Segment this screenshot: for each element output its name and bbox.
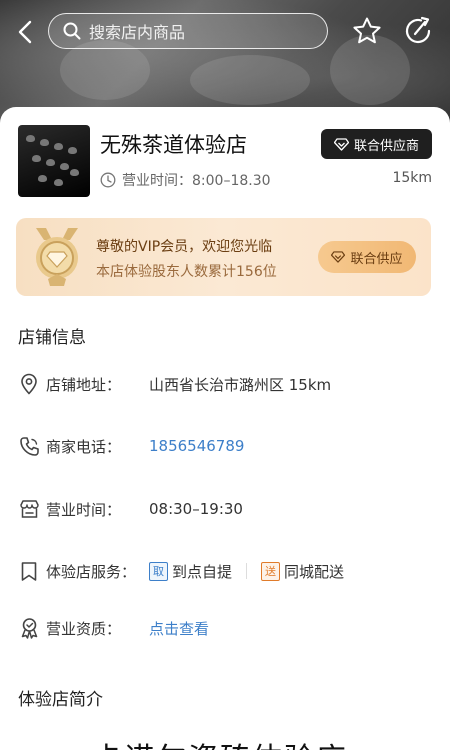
qualification-row: 营业资质： 点击查看 [18, 615, 438, 641]
store-detail-card: 无殊茶道体验店 联合供应商 营业时间：8:00–18.30 15km 尊敬的VI… [0, 107, 450, 750]
supplier-badge-label: 联合供应商 [353, 138, 419, 154]
search-input[interactable]: 搜索店内商品 [48, 13, 328, 49]
diamond-icon [331, 251, 346, 263]
store-thumbnail [18, 125, 90, 197]
store-hours-text: 营业时间：8:00–18.30 [122, 173, 271, 189]
share-button[interactable] [400, 13, 436, 49]
chevron-left-icon [18, 20, 32, 44]
storefront-icon [18, 498, 40, 520]
pickup-tag: 取 [149, 561, 168, 581]
phone-label: 商家电话： [46, 437, 122, 456]
intro-heading: 体验店简介 [18, 690, 103, 710]
business-hours-row: 营业时间： 08:30–19:30 [18, 496, 438, 522]
certificate-icon [18, 617, 40, 639]
business-hours-value: 08:30–19:30 [149, 500, 243, 518]
supplier-badge: 联合供应商 [321, 129, 432, 159]
qualification-label: 营业资质： [46, 619, 122, 638]
vip-banner: 尊敬的VIP会员，欢迎您光临 本店体验股东人数累计156位 联合供应 [16, 218, 431, 296]
share-icon [405, 16, 431, 44]
address-value: 山西省长治市潞州区 15km [149, 375, 332, 394]
services-value: 取 到点自提 送 同城配送 [149, 561, 344, 582]
address-label: 店铺地址： [46, 375, 122, 394]
back-button[interactable] [10, 14, 40, 50]
favorite-button[interactable] [349, 13, 385, 49]
joint-supply-button[interactable]: 联合供应 [318, 241, 416, 273]
pickup-service: 到点自提 [172, 562, 233, 581]
location-pin-icon [18, 373, 40, 395]
vip-medal-icon [36, 228, 78, 286]
business-hours-label: 营业时间： [46, 500, 122, 519]
bookmark-icon [18, 560, 40, 582]
intro-title-text: 卡诺尔瓷砖体验店 [92, 734, 348, 750]
delivery-service: 同城配送 [284, 562, 345, 581]
search-icon [63, 22, 81, 40]
clock-icon [100, 172, 116, 188]
shop-info-heading: 店铺信息 [18, 328, 86, 348]
delivery-tag: 送 [261, 561, 281, 581]
phone-icon [18, 435, 40, 457]
address-row: 店铺地址： 山西省长治市潞州区 15km [18, 371, 438, 397]
store-distance: 15km [392, 170, 432, 186]
view-qualification-link[interactable]: 点击查看 [149, 618, 209, 639]
divider [246, 563, 248, 579]
services-row: 体验店服务： 取 到点自提 送 同城配送 [18, 558, 438, 584]
phone-row: 商家电话： 1856546789 [18, 433, 438, 459]
diamond-icon [333, 137, 349, 151]
phone-number-link[interactable]: 1856546789 [149, 437, 244, 455]
vip-welcome-title: 尊敬的VIP会员，欢迎您光临 [96, 239, 273, 255]
joint-supply-button-label: 联合供应 [350, 251, 403, 267]
star-icon [353, 17, 381, 44]
vip-shareholder-count: 本店体验股东人数累计156位 [96, 264, 277, 280]
search-placeholder: 搜索店内商品 [89, 23, 186, 42]
store-name: 无殊茶道体验店 [100, 133, 247, 157]
services-label: 体验店服务： [46, 562, 137, 581]
store-hours: 营业时间：8:00–18.30 [100, 170, 271, 190]
